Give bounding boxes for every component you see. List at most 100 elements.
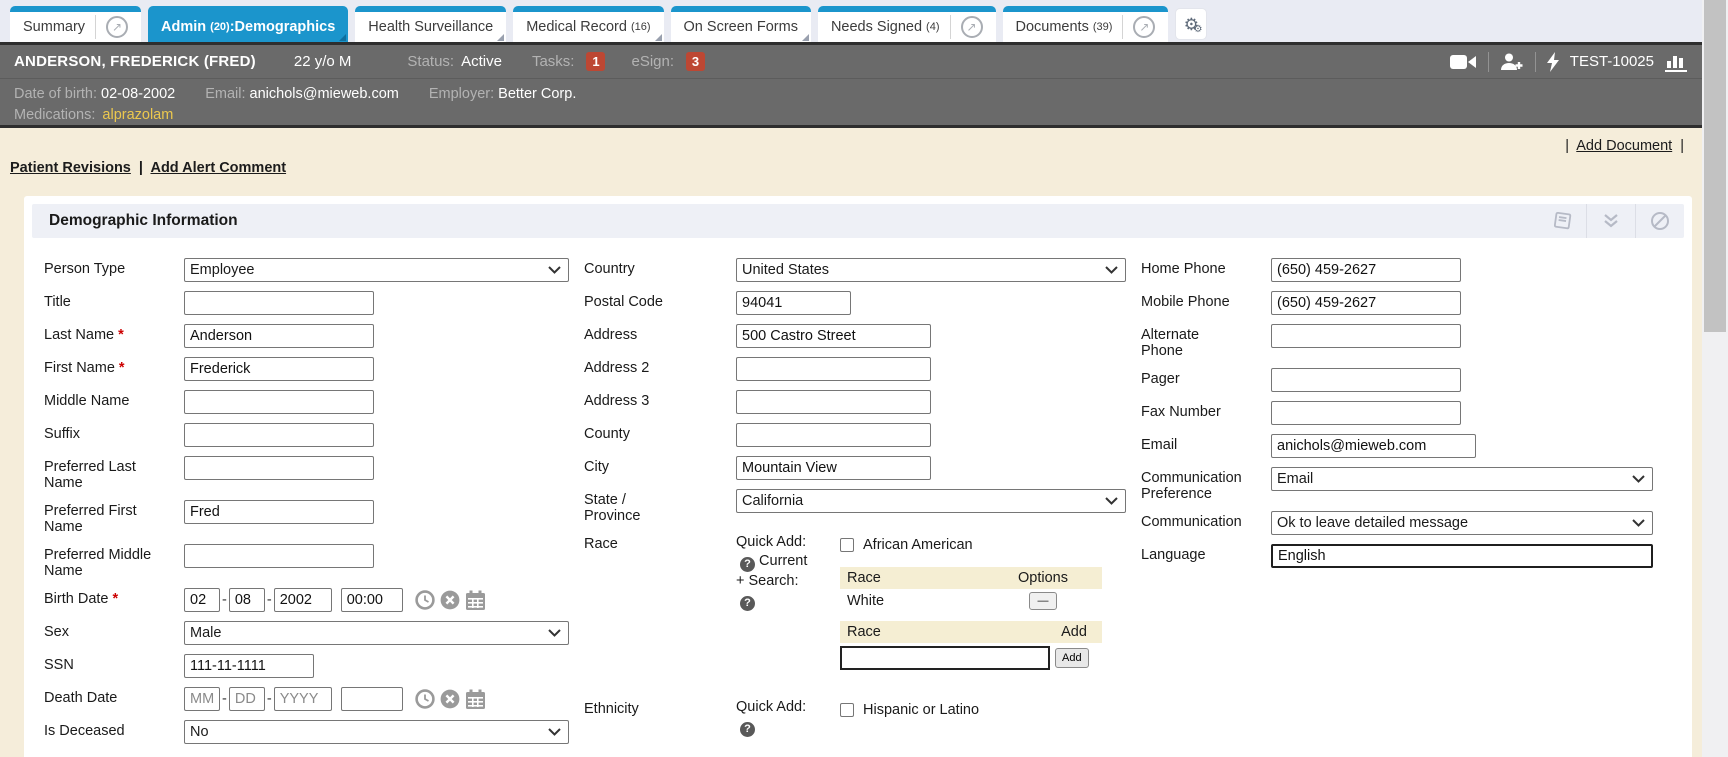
chevron-down-icon: [1105, 266, 1118, 274]
birth-time-input[interactable]: [341, 588, 403, 612]
open-new-window-icon[interactable]: ↗: [1133, 16, 1155, 38]
help-icon[interactable]: ?: [740, 596, 755, 611]
checkbox-label: African American: [863, 537, 973, 553]
tasks-badge[interactable]: 1: [586, 52, 605, 71]
african-american-checkbox[interactable]: [840, 538, 854, 552]
address-input[interactable]: [736, 324, 931, 348]
language-input[interactable]: [1271, 544, 1653, 568]
email-field-label: Email: [1141, 434, 1271, 453]
panel-title: Demographic Information: [32, 212, 238, 230]
tab-documents[interactable]: Documents (39) ↗: [1003, 6, 1169, 42]
race-search-input[interactable]: [840, 646, 1050, 670]
medications-value[interactable]: alprazolam: [102, 107, 173, 123]
birth-month-input[interactable]: [184, 588, 220, 612]
postal-code-input[interactable]: [736, 291, 851, 315]
preferred-middle-name-input[interactable]: [184, 544, 374, 568]
tab-needs-signed[interactable]: Needs Signed (4) ↗: [818, 6, 996, 42]
tab-health-surveillance[interactable]: Health Surveillance: [355, 6, 506, 42]
sex-select[interactable]: Male: [184, 621, 569, 645]
vertical-scrollbar[interactable]: [1702, 0, 1728, 757]
pager-input[interactable]: [1271, 368, 1461, 392]
person-type-select[interactable]: Employee: [184, 258, 569, 282]
ssn-input[interactable]: [184, 654, 314, 678]
lightning-bolt-icon[interactable]: [1547, 52, 1560, 72]
hispanic-or-latino-checkbox[interactable]: [840, 703, 854, 717]
home-phone-input[interactable]: [1271, 258, 1461, 282]
death-year-input[interactable]: [274, 687, 332, 711]
add-document-link[interactable]: Add Document: [1576, 138, 1672, 154]
medications-label: Medications:: [14, 107, 95, 123]
calendar-icon[interactable]: [465, 590, 486, 610]
remove-race-button[interactable]: —: [1029, 592, 1057, 610]
page: Summary ↗ Admin (20) :Demographics Healt…: [0, 0, 1728, 757]
tab-on-screen-forms[interactable]: On Screen Forms: [671, 6, 811, 42]
chevron-down-icon: [548, 728, 561, 736]
add-person-icon[interactable]: [1500, 53, 1524, 71]
country-select[interactable]: United States: [736, 258, 1126, 282]
communication-preference-select[interactable]: Email: [1271, 467, 1653, 491]
field-city: City: [584, 456, 1141, 480]
preferred-first-name-input[interactable]: [184, 500, 374, 524]
add-race-button[interactable]: Add: [1055, 648, 1089, 668]
ethnicity-quick-option: Hispanic or Latino: [840, 698, 1102, 722]
required-marker: *: [119, 360, 125, 376]
video-camera-icon[interactable]: [1450, 54, 1477, 70]
ssn-label: SSN: [44, 654, 184, 673]
fax-number-input[interactable]: [1271, 401, 1461, 425]
time-picker-icon[interactable]: [415, 590, 435, 610]
tab-admin-demographics[interactable]: Admin (20) :Demographics: [148, 6, 348, 42]
title-input[interactable]: [184, 291, 374, 315]
collapse-double-chevron-icon[interactable]: [1586, 204, 1635, 238]
help-icon[interactable]: ?: [740, 722, 755, 737]
disable-block-icon[interactable]: [1635, 204, 1684, 238]
pager-label: Pager: [1141, 368, 1271, 387]
tab-label: On Screen Forms: [684, 19, 798, 35]
tab-settings-button[interactable]: ⚙ ⚙: [1175, 8, 1207, 40]
field-preferred-middle-name: Preferred Middle Name: [44, 544, 584, 579]
county-label: County: [584, 423, 736, 442]
race-current-table: Race Options White —: [840, 567, 1102, 613]
tab-count: (39): [1093, 21, 1113, 33]
panel-header: Demographic Information: [32, 204, 1684, 238]
field-preferred-last-name: Preferred Last Name: [44, 456, 584, 491]
patient-revisions-link[interactable]: Patient Revisions: [10, 160, 131, 176]
dob-value: 02-08-2002: [101, 86, 175, 102]
birth-day-input[interactable]: [229, 588, 265, 612]
calendar-icon[interactable]: [465, 689, 486, 709]
help-icon[interactable]: ?: [740, 557, 755, 572]
preferred-first-name-label: Preferred First Name: [44, 500, 184, 535]
address2-input[interactable]: [736, 357, 931, 381]
email-input[interactable]: [1271, 434, 1476, 458]
add-alert-comment-link[interactable]: Add Alert Comment: [150, 160, 286, 176]
address3-input[interactable]: [736, 390, 931, 414]
communication-select[interactable]: Ok to leave detailed message: [1271, 511, 1653, 535]
suffix-input[interactable]: [184, 423, 374, 447]
mobile-phone-input[interactable]: [1271, 291, 1461, 315]
clear-date-icon[interactable]: [440, 689, 460, 709]
death-month-input[interactable]: [184, 687, 220, 711]
last-name-input[interactable]: [184, 324, 374, 348]
open-new-window-icon[interactable]: ↗: [961, 16, 983, 38]
tab-medical-record[interactable]: Medical Record (16): [513, 6, 663, 42]
mobile-phone-label: Mobile Phone: [1141, 291, 1271, 310]
death-time-input[interactable]: [341, 687, 403, 711]
birth-year-input[interactable]: [274, 588, 332, 612]
first-name-input[interactable]: [184, 357, 374, 381]
tab-summary[interactable]: Summary ↗: [10, 6, 141, 42]
preferred-last-name-input[interactable]: [184, 456, 374, 480]
open-new-window-icon[interactable]: ↗: [106, 16, 128, 38]
flowsheet-chart-icon[interactable]: [1664, 52, 1688, 72]
time-picker-icon[interactable]: [415, 689, 435, 709]
death-day-input[interactable]: [229, 687, 265, 711]
middle-name-input[interactable]: [184, 390, 374, 414]
county-input[interactable]: [736, 423, 931, 447]
esign-badge[interactable]: 3: [686, 52, 705, 71]
scrollbar-thumb[interactable]: [1704, 0, 1726, 332]
audit-log-icon[interactable]: [1537, 204, 1586, 238]
field-is-deceased: Is Deceased No: [44, 720, 584, 744]
is-deceased-select[interactable]: No: [184, 720, 569, 744]
alternate-phone-input[interactable]: [1271, 324, 1461, 348]
city-input[interactable]: [736, 456, 931, 480]
state-select[interactable]: California: [736, 489, 1126, 513]
clear-date-icon[interactable]: [440, 590, 460, 610]
